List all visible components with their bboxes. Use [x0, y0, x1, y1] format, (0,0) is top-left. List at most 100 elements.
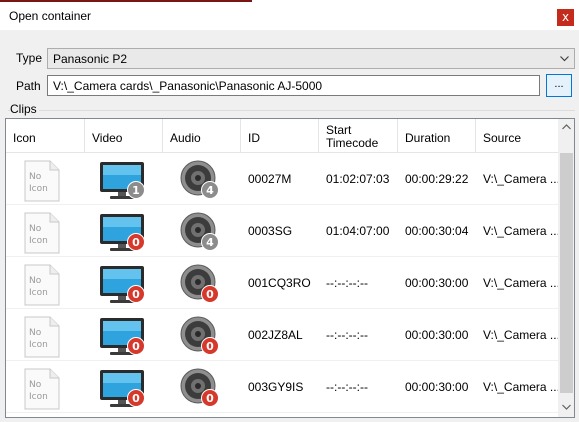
video-stream-count-badge: 0	[127, 233, 145, 251]
start-timecode: 01:04:07:00	[326, 224, 390, 238]
path-input[interactable]: V:\_Camera cards\_Panasonic\Panasonic AJ…	[47, 75, 540, 96]
scrollbar-thumb[interactable]	[560, 153, 573, 393]
source-cell: V:\_Camera ...	[483, 153, 560, 205]
clips-group-border	[8, 110, 575, 111]
source: V:\_Camera ...	[483, 276, 560, 290]
source: V:\_Camera ...	[483, 328, 560, 342]
clip-id: 002JZ8AL	[248, 328, 303, 342]
video-cell: 0	[85, 257, 163, 309]
monitor-icon: 0	[97, 211, 151, 253]
icon-cell: No Icon	[6, 309, 85, 361]
duration-cell: 00:00:30:00	[405, 257, 476, 309]
column-header-duration[interactable]: Duration	[398, 119, 476, 153]
table-row[interactable]: No Icon 0 0 001CQ3RO --:--:--:-- 00:00:30:00 V:…	[6, 257, 560, 309]
clip-id: 00027M	[248, 172, 292, 186]
title-bar: Open container x	[0, 0, 579, 30]
column-header-audio[interactable]: Audio	[163, 119, 241, 153]
video-stream-count-badge: 0	[127, 389, 145, 407]
clip-id: 003GY9IS	[248, 380, 304, 394]
type-label: Type	[16, 51, 43, 65]
video-cell: 0	[85, 361, 163, 413]
source-cell: V:\_Camera ...	[483, 361, 560, 413]
start-timecode: --:--:--:--	[326, 380, 368, 394]
window-title: Open container	[9, 9, 92, 23]
table-row[interactable]: No Icon 0 0 002JZ8AL --:--:--:-- 00:00:30:00 V:…	[6, 309, 560, 361]
column-header-icon[interactable]: Icon	[6, 119, 85, 153]
duration-cell: 00:00:30:04	[405, 205, 476, 257]
start-timecode-cell: --:--:--:--	[326, 257, 398, 309]
speaker-icon: 0	[179, 367, 223, 411]
table-row[interactable]: No Icon 0 0 003GY9IS --:--:--:-- 00:00:30:00 V:…	[6, 361, 560, 413]
clip-id: 0003SG	[248, 224, 293, 238]
no-icon-placeholder-icon: No Icon	[24, 264, 60, 306]
source-cell: V:\_Camera ...	[483, 309, 560, 361]
vertical-scrollbar[interactable]	[558, 119, 574, 417]
source-cell: V:\_Camera ...	[483, 257, 560, 309]
id-cell: 001CQ3RO	[248, 257, 318, 309]
source: V:\_Camera ...	[483, 224, 560, 238]
monitor-icon: 1	[97, 159, 151, 201]
start-timecode-cell: --:--:--:--	[326, 309, 398, 361]
close-button[interactable]: x	[557, 9, 574, 26]
speaker-icon: 0	[179, 263, 223, 307]
column-header-video[interactable]: Video	[85, 119, 163, 153]
id-cell: 0003SG	[248, 205, 318, 257]
video-stream-count-badge: 0	[127, 337, 145, 355]
video-stream-count-badge: 1	[127, 181, 145, 199]
chevron-down-icon	[560, 56, 569, 62]
monitor-icon: 0	[97, 263, 151, 305]
audio-cell: 0	[163, 309, 241, 361]
no-icon-placeholder-icon: No Icon	[24, 368, 60, 410]
duration: 00:00:30:00	[405, 276, 469, 290]
video-cell: 0	[85, 205, 163, 257]
audio-stream-count-badge: 0	[201, 285, 219, 303]
column-header-source[interactable]: Source	[476, 119, 558, 153]
clips-group-label: Clips	[10, 102, 39, 116]
id-cell: 00027M	[248, 153, 318, 205]
source: V:\_Camera ...	[483, 380, 560, 394]
type-select-value: Panasonic P2	[53, 52, 128, 66]
audio-stream-count-badge: 4	[201, 233, 219, 251]
icon-cell: No Icon	[6, 153, 85, 205]
browse-button[interactable]: ...	[546, 74, 572, 97]
speaker-icon: 4	[179, 159, 223, 203]
table-row[interactable]: No Icon 0 4 0003SG 01:04:07:00 00:00:30:04 V:\_…	[6, 205, 560, 257]
column-header-start-timecode[interactable]: Start Timecode	[319, 119, 398, 153]
monitor-icon: 0	[97, 315, 151, 357]
duration: 00:00:30:00	[405, 380, 469, 394]
column-header-id[interactable]: ID	[241, 119, 319, 153]
start-timecode: --:--:--:--	[326, 276, 368, 290]
source: V:\_Camera ...	[483, 172, 560, 186]
duration-cell: 00:00:30:00	[405, 361, 476, 413]
audio-cell: 0	[163, 361, 241, 413]
icon-cell: No Icon	[6, 205, 85, 257]
video-cell: 1	[85, 153, 163, 205]
start-timecode-cell: 01:04:07:00	[326, 205, 398, 257]
audio-stream-count-badge: 0	[201, 337, 219, 355]
audio-cell: 4	[163, 153, 241, 205]
video-stream-count-badge: 0	[127, 285, 145, 303]
clips-table[interactable]: Icon Video Audio ID Start Timecode Durati…	[5, 118, 575, 418]
start-timecode: --:--:--:--	[326, 328, 368, 342]
duration-cell: 00:00:29:22	[405, 153, 476, 205]
icon-cell: No Icon	[6, 257, 85, 309]
audio-stream-count-badge: 4	[201, 181, 219, 199]
id-cell: 002JZ8AL	[248, 309, 318, 361]
path-label: Path	[16, 79, 41, 93]
scroll-down-arrow-icon[interactable]	[562, 404, 571, 410]
video-cell: 0	[85, 309, 163, 361]
speaker-icon: 0	[179, 315, 223, 359]
clip-id: 001CQ3RO	[248, 276, 311, 290]
duration: 00:00:30:04	[405, 224, 469, 238]
duration-cell: 00:00:30:00	[405, 309, 476, 361]
scroll-up-arrow-icon[interactable]	[562, 124, 571, 130]
audio-cell: 4	[163, 205, 241, 257]
type-select[interactable]: Panasonic P2	[47, 48, 575, 69]
table-row[interactable]: No Icon 1 4 00027M 01:02:07:03 00:00:29:22 V:\_…	[6, 153, 560, 205]
start-timecode-cell: 01:02:07:03	[326, 153, 398, 205]
table-header: Icon Video Audio ID Start Timecode Durati…	[6, 119, 558, 153]
start-timecode-cell: --:--:--:--	[326, 361, 398, 413]
audio-cell: 0	[163, 257, 241, 309]
duration: 00:00:30:00	[405, 328, 469, 342]
audio-stream-count-badge: 0	[201, 389, 219, 407]
